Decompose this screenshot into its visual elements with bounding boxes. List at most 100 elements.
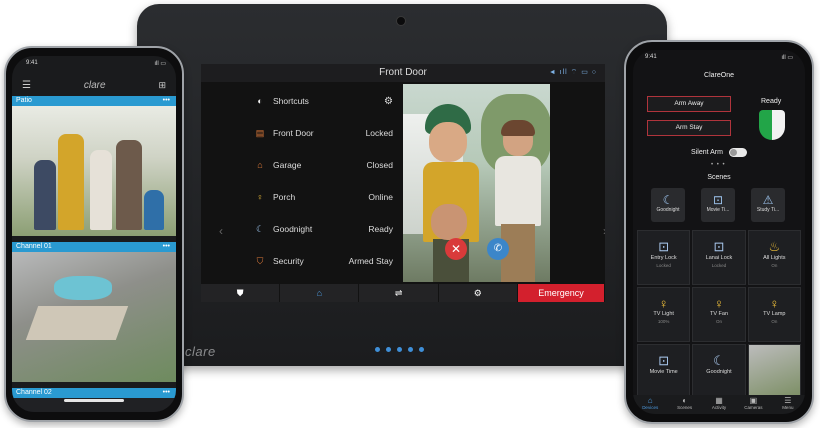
shortcut-label: Garage xyxy=(273,160,302,170)
tablet-nav-bar: ⛊ ⌂ ⇌ ⚙ Emergency xyxy=(201,284,605,302)
tile-lanai-lock[interactable]: ⊡ Lanai Lock Locked xyxy=(692,230,746,285)
doorbell-video-feed: ✕ ✆ xyxy=(403,84,550,282)
camera-feed-channel-01[interactable] xyxy=(12,252,176,382)
shortcut-row-security[interactable]: ⛉ Security Armed Stay xyxy=(241,246,401,276)
tab-label: Cameras xyxy=(744,405,763,410)
status-time: 9:41 xyxy=(26,60,38,66)
arm-stay-button[interactable]: Arm Stay xyxy=(647,120,731,136)
settings-nav-button[interactable]: ⚙ xyxy=(439,284,518,302)
tile-status: On xyxy=(771,319,778,324)
right-phone-screen: 9:41 ıll ▭ ClareOne Arm Away Arm Stay Re… xyxy=(633,50,805,414)
scene-label: Goodnight xyxy=(656,207,680,213)
shortcut-row-garage[interactable]: ⌂ Garage Closed xyxy=(241,150,401,180)
toggle-icon: ◐ xyxy=(682,396,688,405)
arm-away-button[interactable]: Arm Away xyxy=(647,96,731,112)
tile-label: TV Light xyxy=(653,311,674,317)
tab-label: Scenes xyxy=(677,405,693,410)
ready-label: Ready xyxy=(761,98,782,105)
shield-icon: ⛊ xyxy=(236,287,244,298)
tile-movie-time[interactable]: ⊡ Movie Time xyxy=(637,344,691,399)
scenes-title: Scenes xyxy=(707,174,731,181)
shortcuts-header: ◐ Shortcuts ⚙ xyxy=(241,86,401,116)
moon-icon: ☾ xyxy=(713,353,725,368)
shortcut-label: Goodnight xyxy=(273,224,313,234)
more-icon[interactable]: ••• xyxy=(163,242,170,252)
shield-icon: ⛉ xyxy=(256,255,264,266)
gear-icon[interactable]: ⚙ xyxy=(384,96,393,107)
app-header: ☰ clare ⊞ xyxy=(12,74,176,96)
video-hand xyxy=(431,204,467,240)
grid-icon[interactable]: ⊞ xyxy=(158,80,166,91)
tab-scenes[interactable]: ◐ Scenes xyxy=(667,395,701,414)
camera-feed-patio[interactable] xyxy=(12,106,176,236)
answer-call-button[interactable]: ✆ xyxy=(487,238,509,260)
tile-status: Locked xyxy=(711,263,727,268)
tile-goodnight[interactable]: ☾ Goodnight xyxy=(692,344,746,399)
emergency-button[interactable]: Emergency xyxy=(517,284,605,302)
tile-status: On xyxy=(771,263,778,268)
tile-label: Entry Lock xyxy=(650,255,677,261)
scene-study-time[interactable]: ⚠ Study Ti... xyxy=(751,188,785,222)
home-indicator[interactable] xyxy=(64,399,124,402)
bulb-icon: ♀ xyxy=(256,192,264,202)
chevron-left-icon[interactable]: ‹ xyxy=(219,224,223,238)
tablet-device: Front Door ◄ ıll ⌔ ▭ ○ ‹ › ◐ Shortcuts ⚙… xyxy=(137,4,667,366)
shortcut-value: Locked xyxy=(365,128,393,138)
tab-label: Menu xyxy=(782,405,794,410)
tile-label: Lanai Lock xyxy=(705,255,733,261)
tile-status: Locked xyxy=(656,263,671,268)
tile-all-lights[interactable]: ♨ All Lights On xyxy=(747,230,801,285)
more-icon[interactable]: ••• xyxy=(163,96,170,106)
camera-label: Patio xyxy=(16,97,32,104)
chevron-right-icon[interactable]: › xyxy=(603,224,605,238)
sliders-icon: ⇌ xyxy=(394,287,403,298)
status-time: 9:41 xyxy=(645,54,657,60)
left-phone-device: 9:41 ıll ▭ ☰ clare ⊞ Patio ••• Channel 0… xyxy=(4,46,184,422)
bulb-icon: ♀ xyxy=(658,296,669,311)
menu-icon[interactable]: ☰ xyxy=(22,80,31,91)
silent-arm-row: Silent Arm xyxy=(633,148,805,157)
devices-nav-button[interactable]: ⇌ xyxy=(359,284,439,302)
scene-label: Study Ti... xyxy=(756,207,780,213)
tab-devices[interactable]: ⌂ Devices xyxy=(633,395,667,414)
camera-icon: ▣ xyxy=(749,396,758,405)
tile-entry-lock[interactable]: ⊡ Entry Lock Locked xyxy=(637,230,691,285)
shortcut-value: Closed xyxy=(366,160,393,170)
tab-activity[interactable]: ▦ Activity xyxy=(702,395,736,414)
home-nav-button[interactable]: ⌂ xyxy=(280,284,360,302)
lock-icon: ▤ xyxy=(255,127,265,138)
more-icon[interactable]: ••• xyxy=(163,388,170,398)
garage-icon: ⌂ xyxy=(257,160,263,170)
tile-tv-light[interactable]: ♀ TV Light 100% xyxy=(637,287,691,342)
tile-camera-feed[interactable] xyxy=(747,344,801,399)
shortcut-label: Porch xyxy=(273,192,296,202)
tab-menu[interactable]: ☰ Menu xyxy=(771,395,805,414)
status-bar: 9:41 ıll ▭ xyxy=(26,60,166,70)
bulb-icon: ♀ xyxy=(769,296,780,311)
shortcut-value: Ready xyxy=(368,224,393,234)
tab-cameras[interactable]: ▣ Cameras xyxy=(736,395,770,414)
scene-goodnight[interactable]: ☾ Goodnight xyxy=(651,188,685,222)
camera-header-channel-02[interactable]: Channel 02 ••• xyxy=(12,388,176,398)
shield-nav-button[interactable]: ⛊ xyxy=(201,284,281,302)
moon-icon: ☾ xyxy=(255,223,265,234)
scene-movie-time[interactable]: ⊡ Movie Ti... xyxy=(701,188,735,222)
tab-label: Devices xyxy=(642,405,659,410)
tile-tv-fan[interactable]: ♀ TV Fan On xyxy=(692,287,746,342)
status-bar: 9:41 ıll ▭ xyxy=(645,54,793,64)
lock-icon: ⊡ xyxy=(712,193,724,207)
shortcut-row-front-door[interactable]: ▤ Front Door Locked xyxy=(241,118,401,148)
brand-logo: clare xyxy=(185,344,216,359)
tile-label: Movie Time xyxy=(649,369,678,375)
camera-header-channel-01[interactable]: Channel 01 ••• xyxy=(12,242,176,252)
home-icon: ⌂ xyxy=(647,396,653,405)
tile-tv-lamp[interactable]: ♀ TV Lamp On xyxy=(747,287,801,342)
tile-label: All Lights xyxy=(763,255,786,261)
shortcut-row-porch[interactable]: ♀ Porch Online xyxy=(241,182,401,212)
hangup-button[interactable]: ✕ xyxy=(445,238,467,260)
camera-header-patio[interactable]: Patio ••• xyxy=(12,96,176,106)
shortcut-value: Online xyxy=(368,192,393,202)
page-indicator xyxy=(375,347,424,352)
shortcut-row-goodnight[interactable]: ☾ Goodnight Ready xyxy=(241,214,401,244)
silent-arm-toggle[interactable] xyxy=(728,148,747,157)
